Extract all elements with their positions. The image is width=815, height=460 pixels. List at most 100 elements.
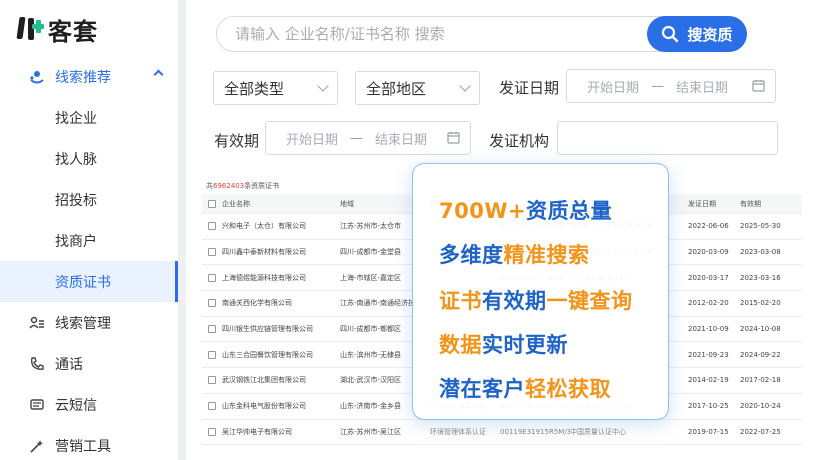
search-input[interactable] [217,17,637,51]
sidebar-item-label: 找商户 [55,233,97,250]
cell-company[interactable]: 南通关西化学有限公司 [222,298,340,308]
issuer-input[interactable] [557,121,778,155]
cell-issue-date: 2012-02-20 [688,299,729,308]
sidebar-item-find-contacts[interactable]: 找人脉 [0,138,178,179]
sidebar-item-calls[interactable]: 通话 [0,343,178,384]
sidebar-item-bidding[interactable]: 招投标 [0,179,178,220]
row-checkbox[interactable] [208,273,216,282]
promo-line-2: 多维度精准搜索 [439,239,590,269]
header-expiry: 有效期 [740,199,761,208]
sidebar-item-label: 资质证书 [55,274,111,291]
valid-end-date[interactable]: 结束日期 [375,129,427,148]
promo-text: 轻松获取 [525,377,611,401]
search-icon [662,25,679,43]
cell-company[interactable]: 吴江华帅电子有限公司 [222,427,340,437]
row-checkbox[interactable] [208,325,216,334]
promo-line-3: 证书有效期一键查询 [439,285,633,315]
promo-text: 700W+ [439,199,527,223]
promo-line-4: 数据实时更新 [439,329,568,359]
issue-start-date[interactable]: 开始日期 [587,77,639,96]
cell-issue-date: 2020-03-17 [688,273,729,282]
sidebar-item-label: 营销工具 [55,438,111,455]
row-checkbox[interactable] [208,248,216,257]
region-select-value: 全部地区 [366,79,427,98]
cell-issue-date: 2017-10-25 [688,402,729,411]
cell-company[interactable]: 山东三合园餐饮管理有限公司 [222,350,340,360]
header-issue-date: 发证日期 [688,199,716,208]
sidebar-item-sms[interactable]: 云短信 [0,384,178,425]
cell-issue-date: 2022-06-06 [688,222,729,231]
date-separator: — [651,78,665,94]
chevron-up-icon[interactable] [153,69,164,80]
cell-expiry: 2015-02-20 [740,299,781,308]
table-row[interactable]: 吴江华帅电子有限公司 江苏-苏州市-吴江区 环境管理体系认证 00119E31915R… [202,420,802,446]
calendar-icon [752,79,765,96]
row-checkbox[interactable] [208,350,216,359]
app-logo[interactable]: 客套 [16,12,98,46]
cell-expiry: 2023-03-16 [740,273,781,282]
cell-expiry: 2024-09-22 [740,350,781,359]
cell-expiry: 2022-07-25 [740,427,781,436]
cell-issue-date: 2021-10-09 [688,325,729,334]
cell-cert: 00119E31915R5M/3200 [500,427,570,436]
promo-text: 一键查询 [546,289,633,313]
sidebar-item-label: 找人脉 [55,151,97,168]
leads-manage-icon [28,314,46,332]
row-checkbox[interactable] [208,376,216,385]
cell-company[interactable]: 武汉钢铁江北集团有限公司 [222,375,340,385]
cell-expiry: 2025-05-30 [740,222,781,231]
brand-name: 客套 [48,17,98,46]
header-company: 企业名称 [222,199,250,208]
issue-end-date[interactable]: 结束日期 [676,77,728,96]
sidebar-item-marketing[interactable]: 营销工具 [0,425,178,460]
valid-period-label: 有效期 [214,132,260,150]
row-checkbox[interactable] [208,299,216,308]
promo-card: 700W+资质总量 多维度精准搜索 证书有效期一键查询 数据实时更新 潜在客户轻… [412,163,669,420]
chevron-down-icon [459,80,471,92]
cell-expiry: 2024-10-08 [740,325,781,334]
cell-company[interactable]: 山东金科电气股份有限公司 [222,401,340,411]
cell-type: 环境管理体系认证 [430,427,486,436]
cell-issue-date: 2019-07-15 [688,427,729,436]
result-count-number: 6962403 [213,182,245,190]
valid-date-range[interactable]: 开始日期 — 结束日期 [265,121,471,155]
cell-company[interactable]: 四川银生供应链管理有限公司 [222,324,340,334]
cell-issue-date: 2021-09-23 [688,350,729,359]
sidebar-item-label: 找企业 [55,110,97,127]
cell-issue-date: 2020-03-09 [688,248,729,257]
promo-text: 实时更新 [482,333,568,357]
sidebar-item-label: 线索管理 [55,315,111,332]
cell-issue-date: 2014-02-19 [688,376,729,385]
cell-company[interactable]: 上海德煜能源科技有限公司 [222,273,340,283]
sidebar-item-find-merchant[interactable]: 找商户 [0,220,178,261]
issue-date-range[interactable]: 开始日期 — 结束日期 [566,69,776,103]
logo-icon [16,14,44,44]
search-button-label: 搜资质 [687,25,733,44]
promo-line-5: 潜在客户轻松获取 [439,373,611,403]
sidebar-item-find-company[interactable]: 找企业 [0,97,178,138]
result-count-suffix: 条资质证书 [244,182,280,190]
row-checkbox[interactable] [208,427,216,436]
sidebar-item-label: 线索推荐 [55,69,111,86]
cell-company[interactable]: 四川鑫中泰新材料有限公司 [222,247,340,257]
sidebar-item-label: 通话 [55,356,83,373]
row-checkbox[interactable] [208,402,216,411]
result-count: 共6962403条资质证书 [206,181,279,191]
cell-company[interactable]: 兴和电子（太仓）有限公司 [222,221,340,231]
row-checkbox[interactable] [208,222,216,231]
chevron-down-icon [317,80,329,92]
sidebar-item-certificates[interactable]: 资质证书 [0,261,178,302]
type-select[interactable]: 全部类型 [213,71,338,105]
sidebar-item-leads-recommend[interactable]: 线索推荐 [0,56,178,97]
date-separator: — [350,130,364,146]
marketing-icon [28,437,46,455]
valid-start-date[interactable]: 开始日期 [286,129,338,148]
select-all-checkbox[interactable] [208,199,216,208]
sidebar-item-leads-manage[interactable]: 线索管理 [0,302,178,343]
sms-icon [28,396,46,414]
region-select[interactable]: 全部地区 [355,71,480,105]
sidebar-item-label: 招投标 [55,192,97,209]
search-button[interactable]: 搜资质 [647,16,747,52]
cell-expiry: 2020-10-24 [740,402,781,411]
phone-icon [28,355,46,373]
